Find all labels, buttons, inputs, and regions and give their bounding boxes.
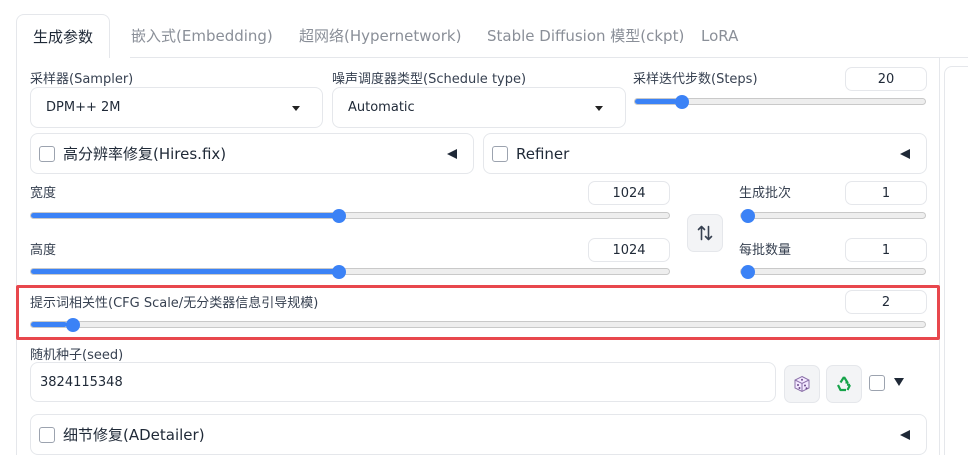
triangle-down-icon[interactable] xyxy=(893,377,905,387)
batch-count-number-input[interactable]: 1 xyxy=(845,181,927,205)
chevron-down-icon xyxy=(595,105,603,111)
cfg-scale-number-input[interactable]: 2 xyxy=(845,290,927,314)
cfg-scale-slider-fill xyxy=(31,322,67,327)
swap-vertical-icon xyxy=(697,225,713,241)
seed-label: 随机种子(seed) xyxy=(30,348,124,363)
steps-slider-fill xyxy=(635,99,678,104)
tab-lora[interactable]: LoRA xyxy=(701,14,738,58)
width-number-input[interactable]: 1024 xyxy=(588,181,670,205)
cfg-scale-slider-handle[interactable] xyxy=(66,317,81,332)
reuse-seed-button[interactable] xyxy=(826,365,862,403)
batch-count-label: 生成批次 xyxy=(739,186,792,201)
tab-checkpoint[interactable]: Stable Diffusion 模型(ckpt) xyxy=(487,14,684,58)
batch-size-number-input[interactable]: 1 xyxy=(845,238,927,262)
height-label: 高度 xyxy=(30,243,57,258)
height-slider-handle[interactable] xyxy=(332,264,347,279)
steps-slider[interactable] xyxy=(634,94,926,109)
hires-fix-label: 高分辨率修复(Hires.fix) xyxy=(63,145,227,163)
schedule-type-dropdown[interactable]: Automatic xyxy=(332,87,626,128)
steps-number-input[interactable]: 20 xyxy=(845,67,927,91)
batch-count-slider[interactable] xyxy=(740,208,926,223)
tab-bar: 生成参数 嵌入式(Embedding) 超网络(Hypernetwork) St… xyxy=(0,0,968,58)
batch-size-slider[interactable] xyxy=(740,264,926,279)
refiner-checkbox[interactable] xyxy=(492,145,508,162)
adetailer-checkbox[interactable] xyxy=(39,426,55,443)
refiner-label: Refiner xyxy=(516,144,570,163)
hires-fix-accordion[interactable]: 高分辨率修复(Hires.fix) xyxy=(30,133,474,174)
swap-dimensions-button[interactable] xyxy=(687,214,723,252)
triangle-left-icon[interactable] xyxy=(900,429,910,440)
batch-size-slider-handle[interactable] xyxy=(741,264,755,279)
recycle-icon xyxy=(837,376,851,392)
sampler-value: DPM++ 2M xyxy=(46,100,121,115)
steps-slider-handle[interactable] xyxy=(675,94,690,109)
width-slider[interactable] xyxy=(30,208,670,223)
batch-count-slider-handle[interactable] xyxy=(741,208,755,223)
height-slider-fill xyxy=(31,269,340,274)
seed-input[interactable]: 3824115348 xyxy=(30,362,776,402)
hires-fix-checkbox[interactable] xyxy=(39,145,55,162)
sampler-dropdown[interactable]: DPM++ 2M xyxy=(30,87,323,128)
adetailer-label: 细节修复(ADetailer) xyxy=(63,426,205,444)
batch-size-label: 每批数量 xyxy=(739,243,792,258)
tab-hypernetwork[interactable]: 超网络(Hypernetwork) xyxy=(299,14,461,58)
width-slider-fill xyxy=(31,213,340,218)
extra-seed-checkbox[interactable] xyxy=(869,375,885,391)
cfg-scale-slider[interactable] xyxy=(30,317,926,332)
refiner-accordion[interactable]: Refiner xyxy=(483,133,927,174)
dice-icon xyxy=(794,375,810,393)
cfg-scale-label: 提示词相关性(CFG Scale/无分类器信息引导规模) xyxy=(30,296,319,311)
schedule-type-value: Automatic xyxy=(348,100,415,115)
tab-generation-params[interactable]: 生成参数 xyxy=(16,14,111,58)
width-slider-handle[interactable] xyxy=(332,208,347,223)
width-label: 宽度 xyxy=(30,186,57,201)
tab-embedding[interactable]: 嵌入式(Embedding) xyxy=(131,14,273,58)
schedule-type-label: 噪声调度器类型(Schedule type) xyxy=(332,72,527,87)
triangle-left-icon[interactable] xyxy=(900,148,910,159)
adetailer-accordion[interactable]: 细节修复(ADetailer) xyxy=(30,414,927,455)
output-panel-edge xyxy=(944,66,968,455)
height-slider[interactable] xyxy=(30,264,670,279)
random-seed-button[interactable] xyxy=(784,365,820,403)
steps-label: 采样迭代步数(Steps) xyxy=(633,72,758,87)
chevron-down-icon xyxy=(292,105,300,111)
height-number-input[interactable]: 1024 xyxy=(588,238,670,262)
triangle-left-icon[interactable] xyxy=(447,148,457,159)
sampler-label: 采样器(Sampler) xyxy=(30,72,134,87)
